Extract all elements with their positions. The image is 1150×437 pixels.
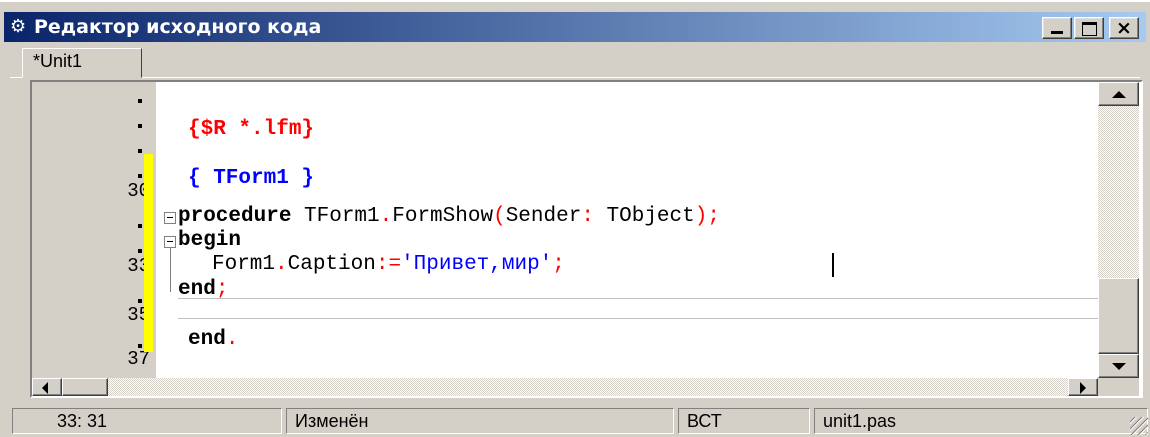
- object-name: Form1: [212, 253, 276, 276]
- status-bar: 33: 31 Изменён ВСТ unit1.pas: [0, 406, 1150, 437]
- code-line-end-unit: end.: [188, 327, 238, 353]
- arrow-left-icon: [42, 382, 48, 394]
- paren-close: ): [694, 205, 708, 228]
- method-name: FormShow: [392, 205, 494, 228]
- param-type: TObject: [593, 205, 695, 228]
- line-marker-dot: [138, 299, 142, 303]
- assign-operator: :=: [375, 253, 402, 276]
- modified-status: Изменён: [286, 408, 674, 434]
- scroll-down-button[interactable]: [1098, 354, 1139, 378]
- scrollbar-corner: [1098, 378, 1139, 396]
- keyword-end: end: [188, 328, 226, 351]
- fold-toggle-icon[interactable]: [164, 236, 176, 248]
- arrow-up-icon: [1112, 91, 1126, 98]
- line-marker-dot: [138, 149, 142, 153]
- code-line-caption-assignment: Form1.Caption:='Привет,мир';: [212, 252, 565, 278]
- section-separator: [178, 318, 1098, 319]
- colon-symbol: :: [581, 205, 594, 228]
- semicolon-symbol: ;: [552, 253, 565, 276]
- dot-symbol: .: [275, 253, 288, 276]
- cursor-position: 33: 31: [12, 408, 282, 434]
- procedure-separator: [178, 298, 1098, 299]
- code-area[interactable]: {$R *.lfm} { TForm1 } procedure TForm1.F…: [158, 82, 1098, 378]
- line-marker-dot: [138, 99, 142, 103]
- vertical-scrollbar[interactable]: [1098, 82, 1139, 378]
- file-name: unit1.pas: [814, 408, 1148, 434]
- code-line-procedure: procedure TForm1.FormShow(Sender: TObjec…: [178, 204, 720, 230]
- tab-unit1[interactable]: *Unit1: [22, 48, 142, 78]
- line-marker-dot: [138, 224, 142, 228]
- code-line-comment: { TForm1 }: [188, 167, 315, 190]
- editor-window-icon[interactable]: ⚙: [10, 17, 30, 37]
- line-number: 30: [127, 180, 150, 202]
- scroll-up-button[interactable]: [1098, 82, 1139, 106]
- param-name: Sender: [505, 205, 582, 228]
- line-number-gutter: 30 33 35 37: [32, 82, 156, 378]
- scroll-left-button[interactable]: [32, 378, 62, 396]
- tab-strip: *Unit1: [10, 44, 1140, 78]
- source-editor-window: ⚙ Редактор исходного кода × *Unit1 30 33…: [0, 0, 1150, 437]
- insert-mode: ВСТ: [678, 408, 810, 434]
- code-line-end-proc: end;: [178, 277, 228, 303]
- horizontal-scroll-thumb[interactable]: [62, 378, 108, 396]
- fold-guide-line: [170, 248, 171, 292]
- dot-symbol: .: [379, 205, 393, 228]
- title-bar[interactable]: ⚙ Редактор исходного кода ×: [4, 12, 1146, 42]
- maximize-button[interactable]: [1074, 17, 1104, 39]
- minimize-icon: [1051, 31, 1063, 34]
- close-icon: ×: [1116, 17, 1132, 39]
- string-literal: 'Привет,мир': [401, 253, 553, 276]
- keyword-procedure: procedure: [178, 205, 292, 228]
- line-number: 33: [127, 255, 150, 277]
- maximize-icon: [1082, 22, 1097, 36]
- arrow-right-icon: [1080, 382, 1086, 394]
- code-line-directive: {$R *.lfm}: [188, 118, 315, 141]
- line-marker-dot: [138, 124, 142, 128]
- code-line-begin: begin: [178, 229, 242, 252]
- code-editor[interactable]: 30 33 35 37 {$R *.lfm} { TForm1 } proced…: [30, 80, 1143, 398]
- fold-toggle-icon[interactable]: [164, 212, 176, 224]
- vertical-scroll-thumb[interactable]: [1098, 278, 1139, 354]
- semicolon-symbol: ;: [707, 205, 720, 228]
- line-number: 35: [127, 304, 150, 326]
- window-title: Редактор исходного кода: [34, 16, 322, 38]
- dot-symbol: .: [225, 328, 239, 351]
- paren-open: (: [493, 205, 506, 228]
- horizontal-scrollbar[interactable]: [32, 378, 1098, 396]
- line-number: 37: [127, 348, 150, 370]
- minimize-button[interactable]: [1042, 17, 1072, 39]
- text-caret: [832, 253, 834, 277]
- line-marker-dot: [138, 249, 142, 253]
- scroll-right-button[interactable]: [1068, 378, 1098, 396]
- line-marker-dot: [138, 174, 142, 178]
- arrow-down-icon: [1112, 363, 1126, 370]
- class-name: TForm1: [291, 205, 380, 228]
- modified-lines-marker: [144, 154, 153, 352]
- close-button[interactable]: ×: [1109, 17, 1139, 39]
- property-name: Caption: [287, 253, 376, 276]
- resize-grip-icon[interactable]: [1130, 417, 1148, 435]
